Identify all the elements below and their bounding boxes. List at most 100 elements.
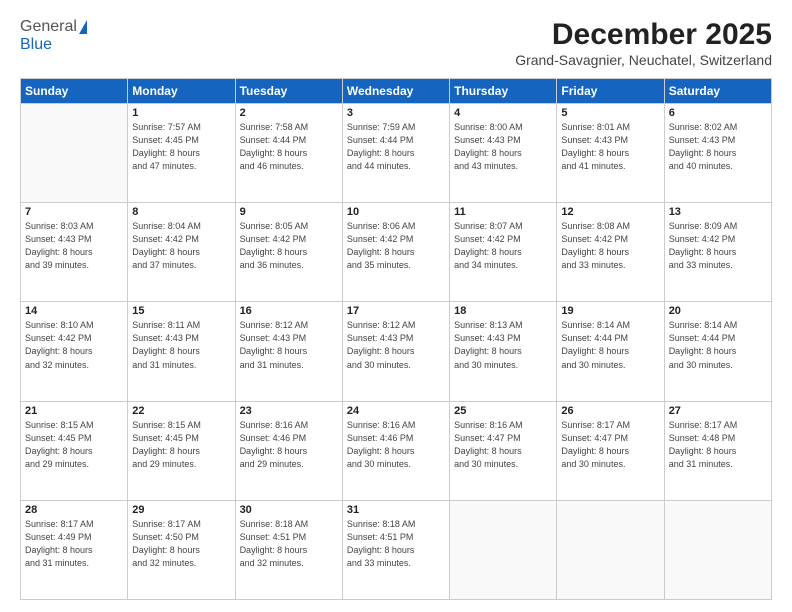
day-info: Sunrise: 8:09 AM Sunset: 4:42 PM Dayligh… — [669, 220, 767, 272]
day-number: 1 — [132, 107, 230, 119]
header-sunday: Sunday — [21, 79, 128, 104]
day-number: 6 — [669, 107, 767, 119]
day-info: Sunrise: 8:00 AM Sunset: 4:43 PM Dayligh… — [454, 121, 552, 173]
day-info: Sunrise: 8:15 AM Sunset: 4:45 PM Dayligh… — [25, 419, 123, 471]
day-number: 15 — [132, 305, 230, 317]
calendar-cell — [21, 104, 128, 203]
header-saturday: Saturday — [664, 79, 771, 104]
calendar-header: Sunday Monday Tuesday Wednesday Thursday… — [21, 79, 772, 104]
header-thursday: Thursday — [450, 79, 557, 104]
day-number: 17 — [347, 305, 445, 317]
calendar-cell: 27 Sunrise: 8:17 AM Sunset: 4:48 PM Dayli… — [664, 401, 771, 500]
logo-general-text: General — [20, 18, 77, 36]
calendar-cell: 17Sunrise: 8:12 AM Sunset: 4:43 PM Dayli… — [342, 302, 449, 401]
calendar-week-2: 14 Sunrise: 8:10 AM Sunset: 4:42 PM Dayli… — [21, 302, 772, 401]
calendar-cell: 22 Sunrise: 8:15 AM Sunset: 4:45 PM Dayli… — [128, 401, 235, 500]
day-info: Sunrise: 8:17 AM Sunset: 4:47 PM Dayligh… — [561, 419, 659, 471]
day-number: 14 — [25, 305, 123, 317]
day-info: Sunrise: 8:07 AM Sunset: 4:42 PM Dayligh… — [454, 220, 552, 272]
calendar-cell: 18 Sunrise: 8:13 AM Sunset: 4:43 PM Dayli… — [450, 302, 557, 401]
day-number: 23 — [240, 405, 338, 417]
calendar-cell — [450, 500, 557, 599]
day-info: Sunrise: 8:05 AM Sunset: 4:42 PM Dayligh… — [240, 220, 338, 272]
calendar-cell: 25Sunrise: 8:16 AM Sunset: 4:47 PM Dayli… — [450, 401, 557, 500]
day-info: Sunrise: 8:17 AM Sunset: 4:50 PM Dayligh… — [132, 518, 230, 570]
calendar-cell: 16 Sunrise: 8:12 AM Sunset: 4:43 PM Dayli… — [235, 302, 342, 401]
day-number: 10 — [347, 206, 445, 218]
calendar-cell — [664, 500, 771, 599]
day-number: 19 — [561, 305, 659, 317]
day-info: Sunrise: 8:01 AM Sunset: 4:43 PM Dayligh… — [561, 121, 659, 173]
calendar-cell: 9Sunrise: 8:05 AM Sunset: 4:42 PM Daylig… — [235, 203, 342, 302]
day-info: Sunrise: 8:06 AM Sunset: 4:42 PM Dayligh… — [347, 220, 445, 272]
calendar-cell: 1 Sunrise: 7:57 AM Sunset: 4:45 PM Daylig… — [128, 104, 235, 203]
calendar-body: 1 Sunrise: 7:57 AM Sunset: 4:45 PM Daylig… — [21, 104, 772, 600]
day-number: 31 — [347, 504, 445, 516]
calendar-cell: 13Sunrise: 8:09 AM Sunset: 4:42 PM Dayli… — [664, 203, 771, 302]
day-number: 28 — [25, 504, 123, 516]
day-info: Sunrise: 8:16 AM Sunset: 4:46 PM Dayligh… — [240, 419, 338, 471]
day-number: 24 — [347, 405, 445, 417]
calendar-cell: 11Sunrise: 8:07 AM Sunset: 4:42 PM Dayli… — [450, 203, 557, 302]
day-number: 25 — [454, 405, 552, 417]
day-number: 29 — [132, 504, 230, 516]
calendar-cell: 31 Sunrise: 8:18 AM Sunset: 4:51 PM Dayli… — [342, 500, 449, 599]
day-number: 16 — [240, 305, 338, 317]
page: General Blue December 2025 Grand-Savagni… — [0, 0, 792, 612]
header-monday: Monday — [128, 79, 235, 104]
calendar-cell: 21Sunrise: 8:15 AM Sunset: 4:45 PM Dayli… — [21, 401, 128, 500]
header-tuesday: Tuesday — [235, 79, 342, 104]
calendar: Sunday Monday Tuesday Wednesday Thursday… — [20, 78, 772, 600]
day-info: Sunrise: 7:57 AM Sunset: 4:45 PM Dayligh… — [132, 121, 230, 173]
day-info: Sunrise: 8:17 AM Sunset: 4:48 PM Dayligh… — [669, 419, 767, 471]
calendar-cell: 19Sunrise: 8:14 AM Sunset: 4:44 PM Dayli… — [557, 302, 664, 401]
day-info: Sunrise: 8:03 AM Sunset: 4:43 PM Dayligh… — [25, 220, 123, 272]
day-info: Sunrise: 8:10 AM Sunset: 4:42 PM Dayligh… — [25, 319, 123, 371]
day-number: 18 — [454, 305, 552, 317]
calendar-cell: 3Sunrise: 7:59 AM Sunset: 4:44 PM Daylig… — [342, 104, 449, 203]
day-number: 8 — [132, 206, 230, 218]
day-info: Sunrise: 8:14 AM Sunset: 4:44 PM Dayligh… — [669, 319, 767, 371]
calendar-cell: 26 Sunrise: 8:17 AM Sunset: 4:47 PM Dayli… — [557, 401, 664, 500]
logo: General Blue — [20, 18, 87, 54]
day-number: 26 — [561, 405, 659, 417]
calendar-cell: 7 Sunrise: 8:03 AM Sunset: 4:43 PM Daylig… — [21, 203, 128, 302]
day-number: 7 — [25, 206, 123, 218]
day-number: 5 — [561, 107, 659, 119]
calendar-week-1: 7 Sunrise: 8:03 AM Sunset: 4:43 PM Daylig… — [21, 203, 772, 302]
day-info: Sunrise: 8:13 AM Sunset: 4:43 PM Dayligh… — [454, 319, 552, 371]
day-number: 30 — [240, 504, 338, 516]
calendar-week-3: 21Sunrise: 8:15 AM Sunset: 4:45 PM Dayli… — [21, 401, 772, 500]
day-info: Sunrise: 8:17 AM Sunset: 4:49 PM Dayligh… — [25, 518, 123, 570]
day-info: Sunrise: 8:04 AM Sunset: 4:42 PM Dayligh… — [132, 220, 230, 272]
calendar-cell: 2Sunrise: 7:58 AM Sunset: 4:44 PM Daylig… — [235, 104, 342, 203]
day-number: 4 — [454, 107, 552, 119]
logo-blue-text: Blue — [20, 36, 52, 54]
calendar-cell: 12Sunrise: 8:08 AM Sunset: 4:42 PM Dayli… — [557, 203, 664, 302]
calendar-cell: 15 Sunrise: 8:11 AM Sunset: 4:43 PM Dayli… — [128, 302, 235, 401]
day-number: 22 — [132, 405, 230, 417]
header-friday: Friday — [557, 79, 664, 104]
calendar-week-0: 1 Sunrise: 7:57 AM Sunset: 4:45 PM Daylig… — [21, 104, 772, 203]
calendar-cell: 5 Sunrise: 8:01 AM Sunset: 4:43 PM Daylig… — [557, 104, 664, 203]
day-info: Sunrise: 8:11 AM Sunset: 4:43 PM Dayligh… — [132, 319, 230, 371]
calendar-cell: 14 Sunrise: 8:10 AM Sunset: 4:42 PM Dayli… — [21, 302, 128, 401]
logo-icon — [79, 20, 87, 34]
calendar-cell: 23 Sunrise: 8:16 AM Sunset: 4:46 PM Dayli… — [235, 401, 342, 500]
calendar-cell: 10 Sunrise: 8:06 AM Sunset: 4:42 PM Dayli… — [342, 203, 449, 302]
day-info: Sunrise: 8:12 AM Sunset: 4:43 PM Dayligh… — [240, 319, 338, 371]
calendar-cell — [557, 500, 664, 599]
day-info: Sunrise: 8:02 AM Sunset: 4:43 PM Dayligh… — [669, 121, 767, 173]
day-number: 27 — [669, 405, 767, 417]
day-number: 12 — [561, 206, 659, 218]
day-info: Sunrise: 8:18 AM Sunset: 4:51 PM Dayligh… — [240, 518, 338, 570]
calendar-cell: 8 Sunrise: 8:04 AM Sunset: 4:42 PM Daylig… — [128, 203, 235, 302]
day-number: 3 — [347, 107, 445, 119]
day-info: Sunrise: 7:58 AM Sunset: 4:44 PM Dayligh… — [240, 121, 338, 173]
day-info: Sunrise: 8:15 AM Sunset: 4:45 PM Dayligh… — [132, 419, 230, 471]
calendar-cell: 4 Sunrise: 8:00 AM Sunset: 4:43 PM Daylig… — [450, 104, 557, 203]
header-row: Sunday Monday Tuesday Wednesday Thursday… — [21, 79, 772, 104]
day-info: Sunrise: 8:18 AM Sunset: 4:51 PM Dayligh… — [347, 518, 445, 570]
subtitle: Grand-Savagnier, Neuchatel, Switzerland — [515, 52, 772, 68]
calendar-week-4: 28 Sunrise: 8:17 AM Sunset: 4:49 PM Dayli… — [21, 500, 772, 599]
